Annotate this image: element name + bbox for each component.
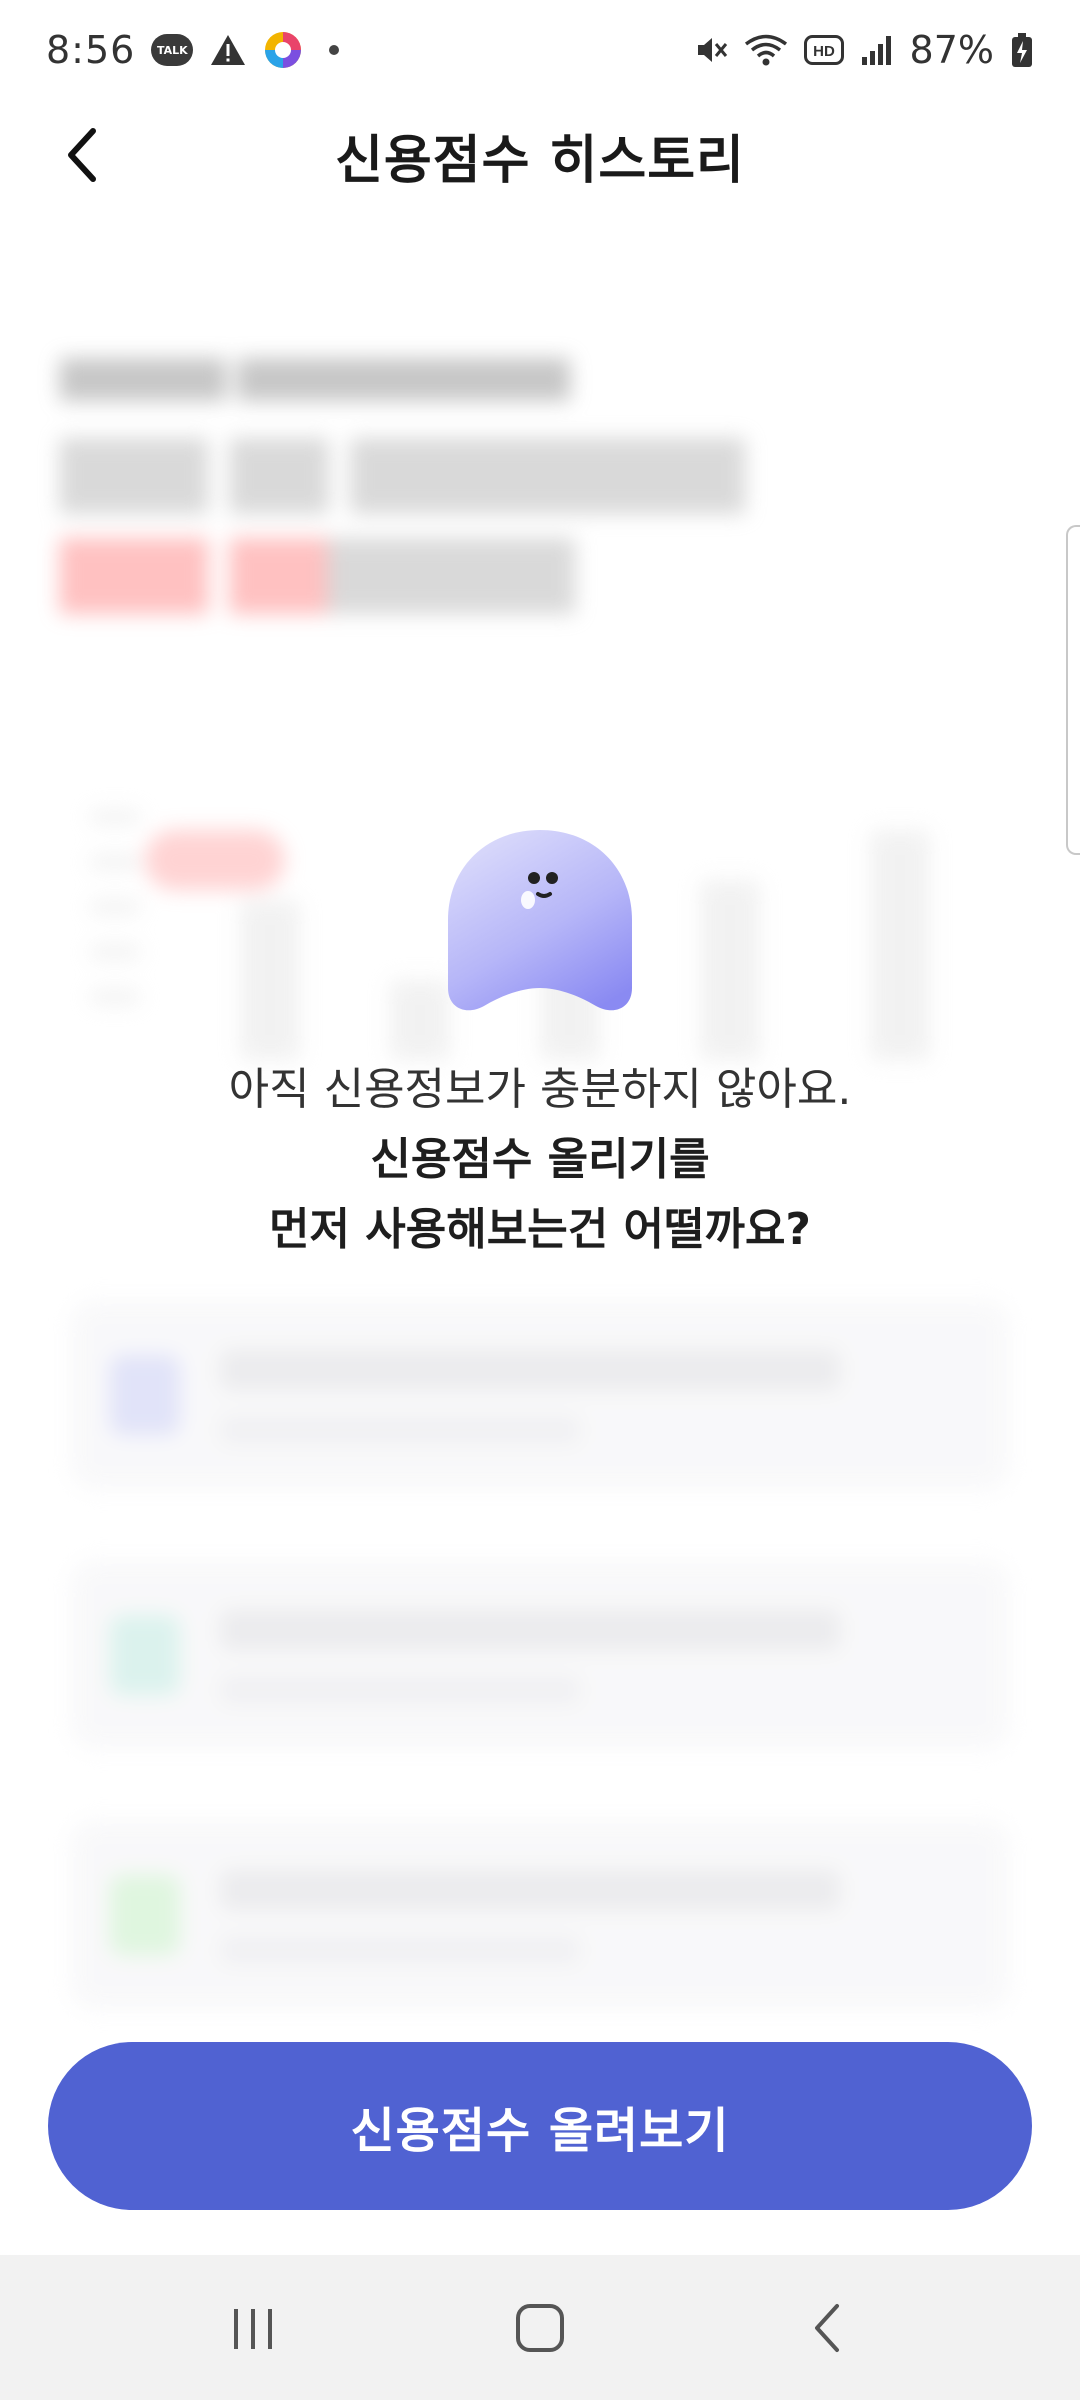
- blurred-card: [70, 1820, 1010, 2010]
- raise-credit-score-button[interactable]: 신용점수 올려보기: [48, 2042, 1032, 2210]
- screen: 8:56 TALK HD 87% 신용점수 히스토리 ██████ ██████…: [0, 0, 1080, 2400]
- hd-icon: HD: [803, 35, 844, 65]
- back-icon: [814, 2303, 839, 2352]
- mascot-illustration: [446, 828, 634, 1018]
- home-button[interactable]: [490, 2278, 590, 2378]
- nav-back-button[interactable]: [777, 2278, 877, 2378]
- page-title: 신용점수 히스토리: [335, 130, 745, 191]
- app-header: 신용점수 히스토리: [0, 100, 1080, 210]
- battery-percent: 87%: [909, 28, 994, 72]
- warning-icon: [209, 33, 247, 67]
- blurred-card-icon: [110, 1875, 180, 1955]
- recent-apps-button[interactable]: [203, 2278, 303, 2378]
- back-button[interactable]: [50, 122, 116, 188]
- blurred-bar: [390, 980, 450, 1060]
- blurred-axis-tick: [90, 900, 140, 914]
- side-panel-handle[interactable]: [1066, 525, 1080, 855]
- blurred-card-icon: [110, 1355, 180, 1435]
- message-line-2: 신용점수 올리기를: [370, 1134, 710, 1185]
- blurred-headline: ███ ██ ████████: [60, 440, 745, 514]
- blurred-card: [70, 1560, 1010, 1750]
- status-left: 8:56 TALK: [46, 28, 340, 72]
- blurred-headline-2: ███ ███████: [60, 540, 575, 614]
- blurred-card-icon: [110, 1615, 180, 1695]
- system-nav-bar: [0, 2255, 1080, 2400]
- blurred-axis-tick: [90, 855, 140, 869]
- mute-icon: [694, 33, 728, 67]
- app-icon: [263, 30, 303, 70]
- status-bar: 8:56 TALK HD 87%: [0, 0, 1080, 100]
- blurred-bar: [870, 830, 930, 1060]
- chevron-left-icon: [68, 128, 96, 182]
- talk-label: TALK: [151, 34, 194, 66]
- blurred-card-line: [220, 1415, 580, 1445]
- home-icon: [515, 2303, 564, 2352]
- empty-state-message: 아직 신용정보가 충분하지 않아요. 신용점수 올리기를 먼저 사용해보는건 어…: [0, 1055, 1080, 1265]
- blurred-axis-tick: [90, 945, 140, 959]
- blurred-bar: [700, 880, 760, 1060]
- blurred-card-line: [220, 1935, 580, 1965]
- kakaotalk-icon: TALK: [151, 34, 194, 66]
- signal-icon: [860, 33, 894, 67]
- message-line-3: 먼저 사용해보는건 어떨까요?: [269, 1204, 811, 1255]
- blurred-card-line: [220, 1610, 840, 1650]
- message-line-1: 아직 신용정보가 충분하지 않아요.: [228, 1064, 852, 1115]
- notification-dot: [329, 45, 340, 55]
- svg-text:HD: HD: [813, 43, 835, 60]
- blurred-card-line: [220, 1870, 840, 1910]
- wifi-icon: [744, 33, 788, 67]
- blurred-bar: [240, 900, 300, 1060]
- status-time: 8:56: [46, 28, 136, 72]
- blurred-axis-tick: [90, 990, 140, 1004]
- blurred-subtitle: ██████ ████████████: [60, 360, 570, 401]
- blurred-axis-tick: [90, 810, 140, 824]
- status-right: HD 87%: [694, 28, 1034, 72]
- blurred-card-line: [220, 1675, 580, 1705]
- blurred-card: [70, 1300, 1010, 1490]
- battery-charging-icon: [1010, 32, 1034, 68]
- recent-apps-icon: [234, 2308, 273, 2349]
- blurred-card-line: [220, 1350, 840, 1390]
